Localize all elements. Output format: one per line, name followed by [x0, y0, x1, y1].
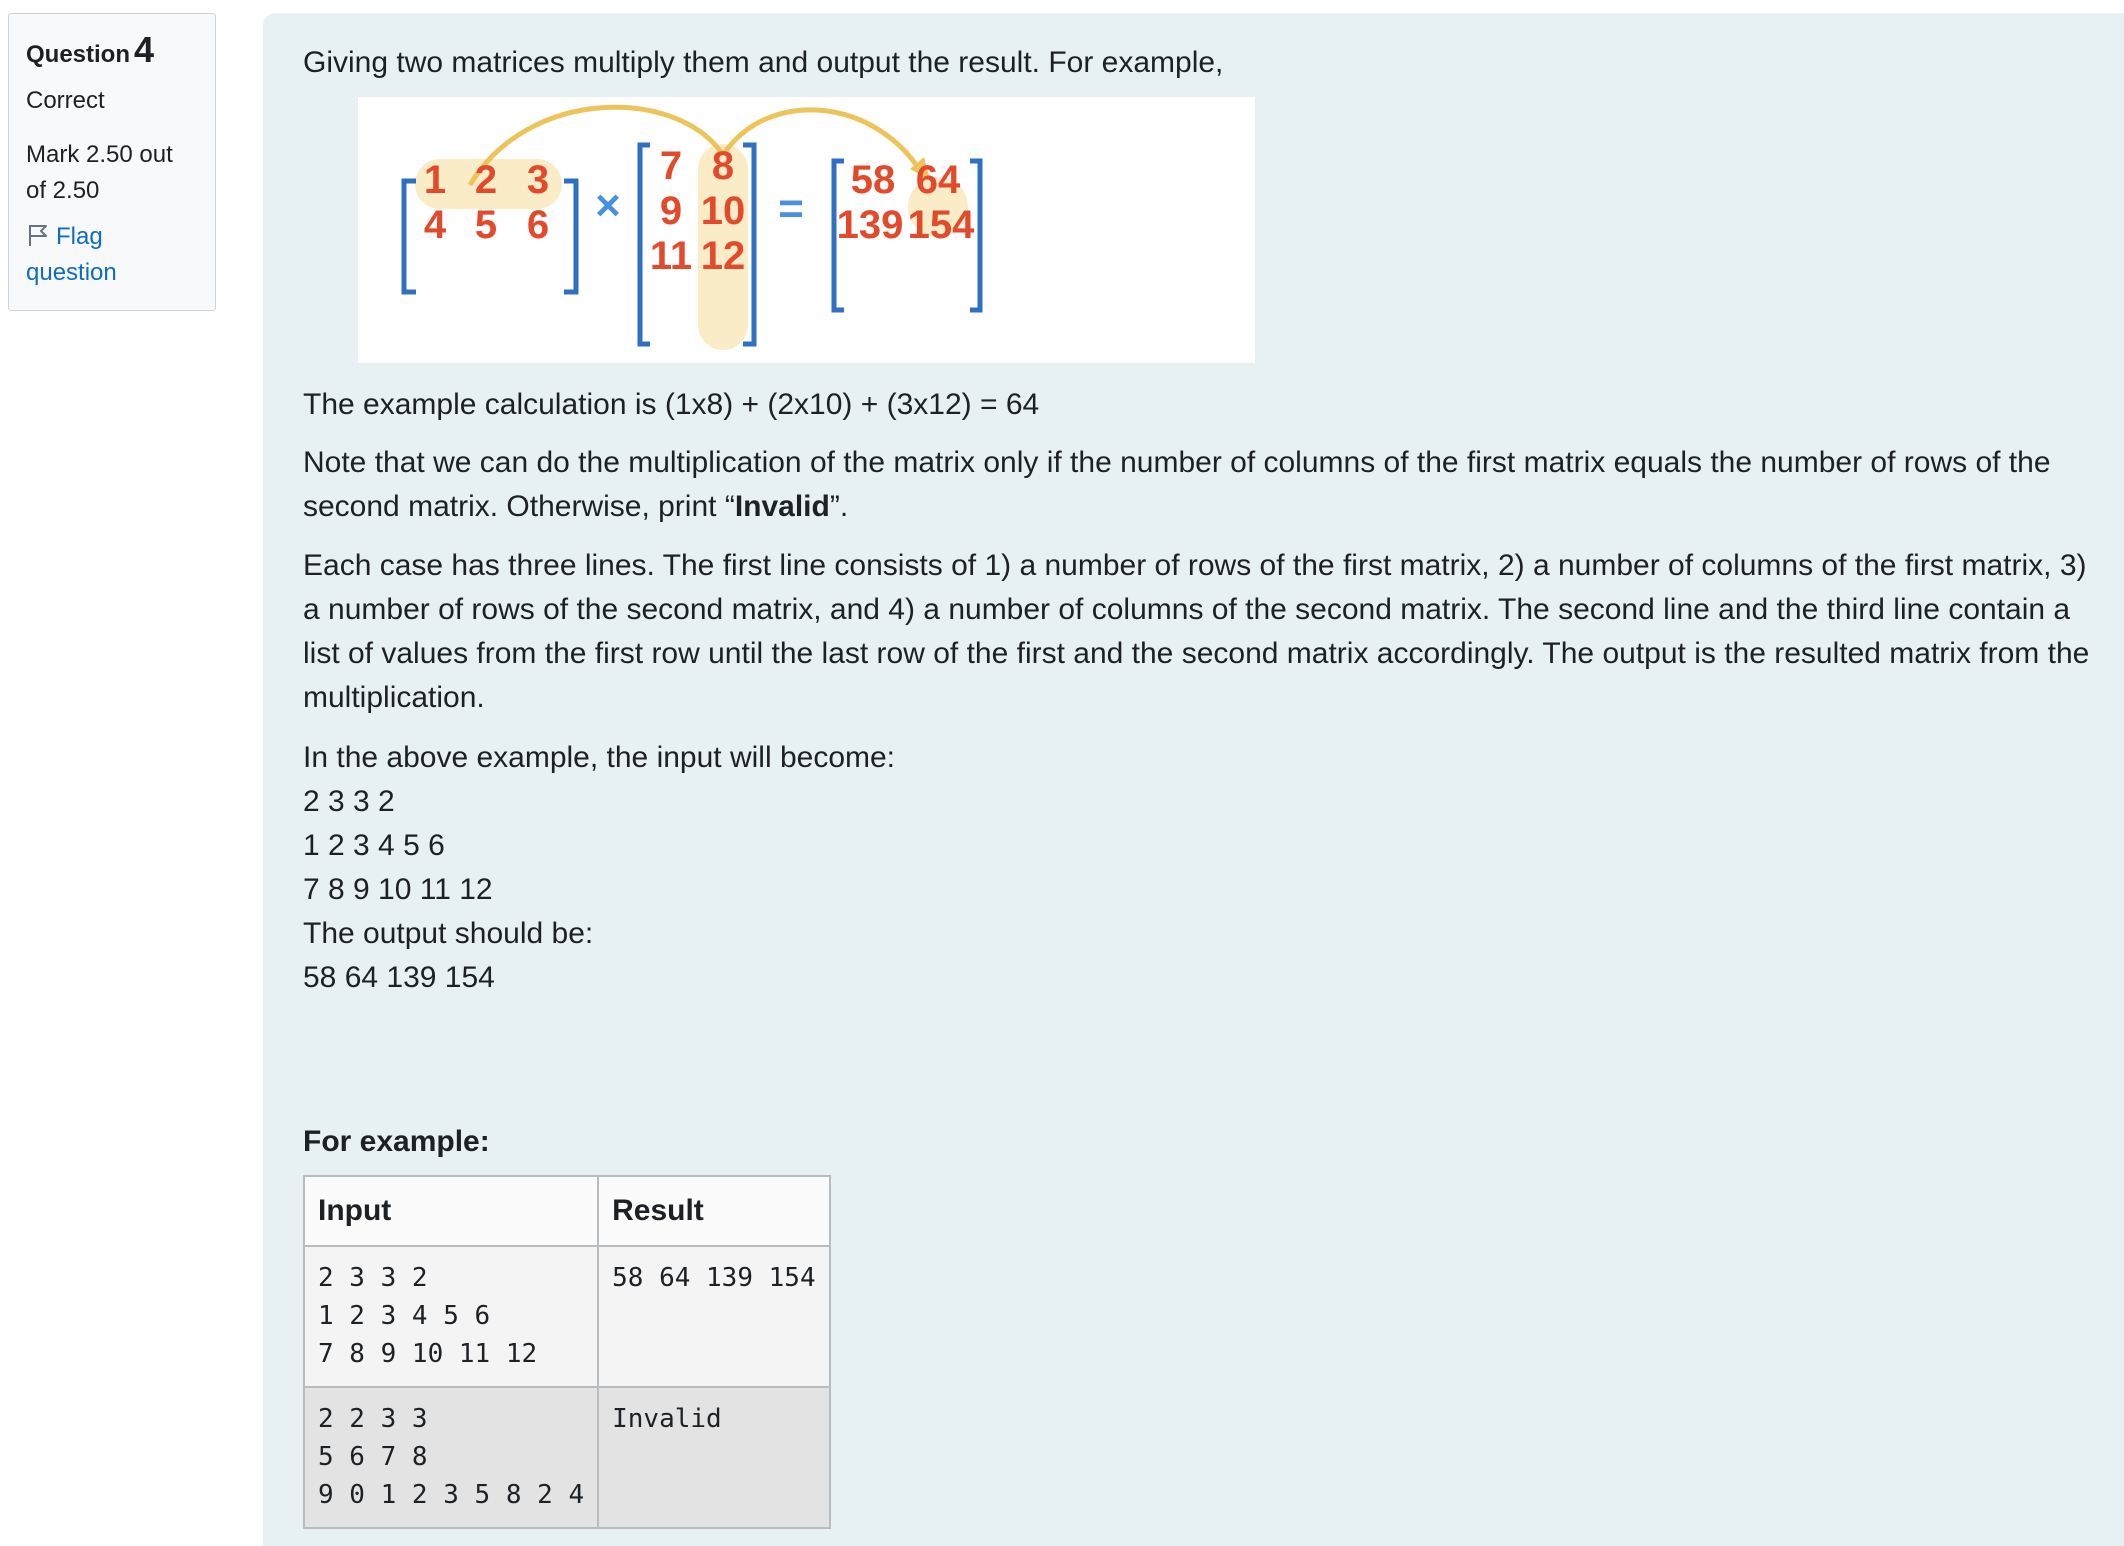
example-input-line: 7 8 9 10 11 12: [303, 873, 493, 906]
matrix-b-cell: 8: [712, 144, 734, 188]
matrix-b-cell: 10: [701, 189, 746, 233]
case-description-paragraph: Each case has three lines. The first lin…: [303, 549, 2090, 714]
examples-header-row: Input Result: [302, 1175, 832, 1247]
note-paragraph: Note that we can do the multiplication o…: [303, 441, 2103, 529]
table-row: 2 3 3 2 1 2 3 4 5 6 7 8 9 10 11 12 58 64…: [302, 1245, 832, 1388]
matrix-a-left-bracket: [401, 178, 416, 295]
input-header: Input: [302, 1175, 600, 1247]
for-example-label: For example:: [303, 1125, 490, 1158]
example-input-line: 2 3 3 2: [303, 785, 395, 818]
note-text: Note that we can do the multiplication o…: [303, 446, 2051, 523]
input-cell: 2 2 3 3 5 6 7 8 9 0 1 2 3 5 8 2 4: [302, 1386, 600, 1529]
question-label: Question: [26, 41, 131, 68]
result-header: Result: [597, 1175, 832, 1247]
result-cell: 58 64 139 154: [597, 1245, 832, 1388]
matrix-a-cell: 4: [424, 203, 447, 247]
question-grade: Mark 2.50 out of 2.50: [26, 141, 173, 204]
matrix-c-cell: 139: [837, 203, 904, 247]
question-number: 4: [134, 29, 155, 70]
matrix-a-cell: 5: [475, 203, 497, 247]
input-cell: 2 3 3 2 1 2 3 4 5 6 7 8 9 10 11 12: [302, 1245, 600, 1388]
intro-paragraph: Giving two matrices multiply them and ou…: [303, 46, 1224, 79]
examples-table: Input Result 2 3 3 2 1 2 3 4 5 6 7 8 9 1…: [302, 1175, 832, 1529]
matrix-a-cell: 2: [475, 158, 497, 202]
example-input-intro: In the above example, the input will bec…: [303, 741, 896, 774]
note-text-end: ”.: [829, 490, 849, 523]
matrix-a-cell: 6: [527, 203, 549, 247]
matrix-b-cell: 11: [650, 234, 692, 278]
example-output-intro: The output should be:: [303, 917, 594, 950]
question-state: Correct: [26, 87, 105, 114]
result-cell: Invalid: [597, 1386, 832, 1529]
example-output-line: 58 64 139 154: [303, 961, 495, 994]
matrix-b-cell: 9: [660, 189, 682, 233]
question-content: Giving two matrices multiply them and ou…: [263, 13, 2124, 1546]
matrix-multiplication-figure: 1 2 3 4 5 6 7 8 9 10 11 12 58 64 139 154…: [358, 97, 1255, 363]
equals-operator: =: [778, 184, 804, 233]
table-row: 2 2 3 3 5 6 7 8 9 0 1 2 3 5 8 2 4 Invali…: [302, 1386, 832, 1529]
matrix-b-cell: 7: [660, 144, 682, 188]
matrix-b-left-bracket: [637, 142, 650, 347]
question-info: Question 4 Correct Mark 2.50 out of 2.50 …: [8, 13, 216, 311]
matrix-c-cell: 64: [916, 158, 961, 202]
matrix-c-cell: 154: [908, 203, 975, 247]
flag-question-link[interactable]: Flag question: [26, 219, 166, 291]
matrix-a-cell: 3: [527, 158, 549, 202]
question-number-heading: Question 4: [26, 28, 215, 77]
matrix-a-right-bracket: [564, 178, 579, 295]
matrix-c-cell: 58: [851, 158, 896, 202]
invalid-keyword: Invalid: [734, 490, 830, 523]
times-operator: ×: [595, 181, 621, 230]
example-input-line: 1 2 3 4 5 6: [303, 829, 445, 862]
matrix-a-cell: 1: [424, 158, 446, 202]
matrix-b-cell: 12: [701, 234, 746, 278]
calculation-paragraph: The example calculation is (1x8) + (2x10…: [303, 388, 1040, 421]
matrix-figure-svg: 1 2 3 4 5 6 7 8 9 10 11 12 58 64 139 154…: [401, 104, 983, 350]
flag-outline-icon: [26, 222, 50, 246]
example-io-block: In the above example, the input will bec…: [303, 736, 2103, 1000]
